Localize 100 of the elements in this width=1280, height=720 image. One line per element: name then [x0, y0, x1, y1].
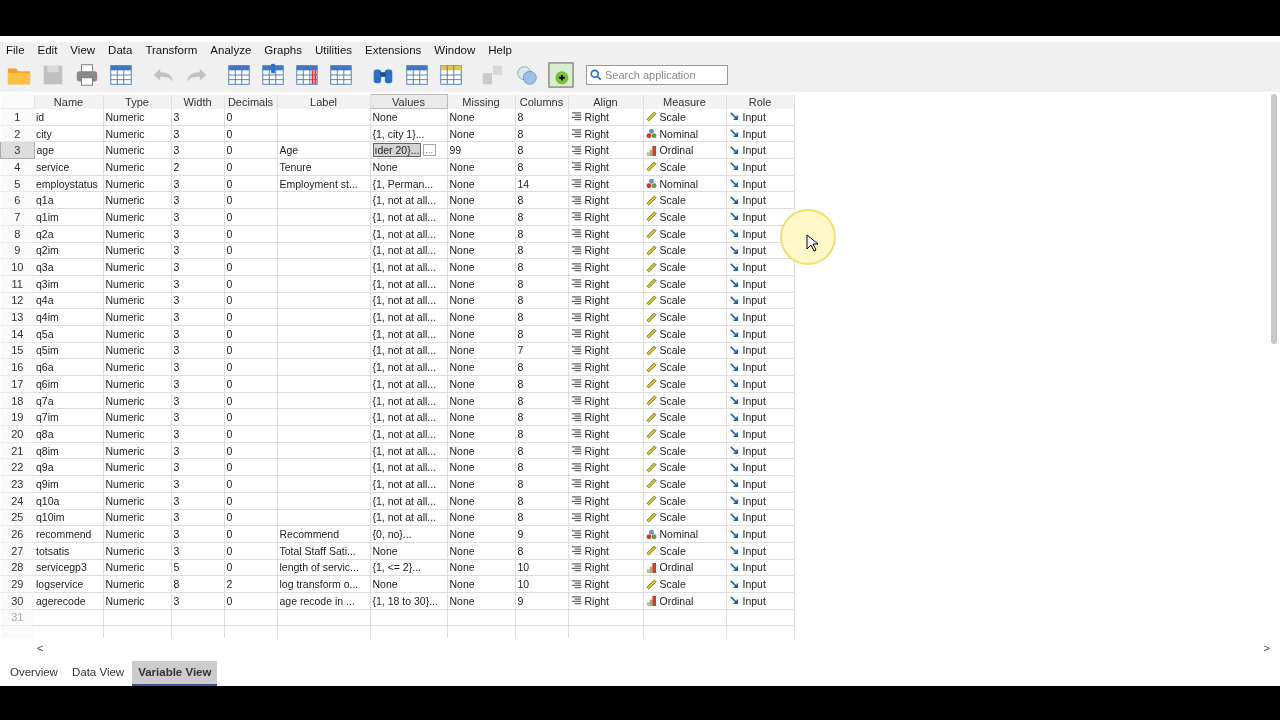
menu-item[interactable]: File	[4, 44, 32, 56]
table-cell: 10	[515, 575, 568, 593]
table-cell: 8	[515, 392, 568, 409]
table-cell: 8	[171, 575, 224, 593]
table-cell: None	[447, 492, 515, 509]
table-cell: Input	[742, 427, 766, 440]
table-cell: None	[447, 208, 515, 226]
table-cell: None	[447, 308, 515, 326]
arrow-icon	[728, 311, 740, 323]
menu-item[interactable]: Extensions	[363, 44, 429, 56]
column-header[interactable]: Align	[568, 94, 643, 109]
menu-item[interactable]: Window	[432, 44, 483, 56]
align-right-icon	[570, 311, 582, 323]
table-cell: Numeric	[103, 292, 171, 309]
table-cell: 3	[171, 258, 224, 276]
arrow-icon	[728, 161, 740, 173]
table-cell: None	[447, 225, 515, 242]
table-cell: {1, not at all...	[370, 308, 447, 326]
table-cell: 0	[224, 509, 277, 526]
table-cell: {1, not at all...	[370, 392, 447, 409]
values-edit-field[interactable]: ıder 20}...	[372, 143, 421, 158]
table-cell: 3	[171, 408, 224, 426]
arrow-icon	[728, 378, 740, 390]
search-field[interactable]: Search application	[586, 65, 728, 85]
table-cell: 8	[515, 492, 568, 509]
column-header[interactable]: Name	[34, 94, 103, 109]
align-right-icon	[570, 294, 582, 306]
arrow-icon	[728, 228, 740, 240]
print-icon[interactable]	[74, 62, 100, 88]
table-cell: {1, not at all...	[370, 408, 447, 426]
table-cell: Scale	[659, 244, 686, 257]
arrow-icon	[728, 561, 740, 573]
table-cell: 9	[515, 525, 568, 543]
table-cell: 0	[224, 125, 277, 142]
ellipsis-button[interactable]: ...	[422, 144, 436, 157]
align-right-icon	[570, 161, 582, 173]
table-cell: Scale	[659, 427, 686, 440]
table-cell: 3	[171, 208, 224, 226]
scroll-left-button[interactable]: <	[37, 642, 44, 657]
table-cell: None	[447, 125, 515, 142]
column-header[interactable]: Role	[726, 94, 794, 109]
table-cell: Numeric	[103, 525, 171, 543]
table-cell: Numeric	[103, 375, 171, 393]
menu-item[interactable]: Help	[486, 44, 519, 56]
align-right-icon	[570, 461, 582, 473]
table-cell: None	[447, 458, 515, 476]
cursor-highlight	[780, 209, 836, 265]
tab[interactable]: Variable View	[132, 661, 218, 687]
table-cell: Total Staff Sati...	[277, 542, 370, 560]
arrow-icon	[728, 128, 740, 140]
menu-item[interactable]: Utilities	[313, 44, 360, 56]
table-cell: Age	[277, 141, 370, 159]
table-cell: Numeric	[103, 358, 171, 376]
align-right-icon	[570, 561, 582, 573]
table-cell: 3	[171, 358, 224, 376]
table-cell: Input	[742, 511, 766, 524]
table-cell: None	[447, 325, 515, 343]
table-cell: length of servic...	[277, 559, 370, 576]
table-cell: service	[34, 158, 103, 176]
column-header[interactable]: Decimals	[224, 94, 277, 109]
menu-item[interactable]: Transform	[143, 44, 205, 56]
menu-item[interactable]: Analyze	[208, 44, 259, 56]
add-icon[interactable]	[548, 62, 574, 88]
table-cell: 8	[515, 258, 568, 276]
table-cell: {1, not at all...	[370, 475, 447, 493]
align-right-icon	[570, 361, 582, 373]
table-cell: 3	[171, 141, 224, 159]
menu-item[interactable]: Edit	[35, 44, 65, 56]
arrow-icon	[728, 545, 740, 557]
tab[interactable]: Data View	[65, 661, 131, 687]
scrollbar-thumb[interactable]	[1271, 94, 1277, 344]
menu-item[interactable]: Graphs	[262, 44, 309, 56]
column-header[interactable]: Type	[103, 94, 171, 109]
table-cell: 0	[224, 492, 277, 509]
table-cell: 3	[171, 191, 224, 209]
table-cell: Input	[742, 210, 766, 223]
table-cell: None	[447, 358, 515, 376]
align-right-icon	[570, 261, 582, 273]
menu-item[interactable]: Data	[106, 44, 140, 56]
arrow-icon	[728, 261, 740, 273]
column-header[interactable]: Measure	[643, 94, 726, 109]
menu-item[interactable]: View	[68, 44, 103, 56]
scroll-right-button[interactable]: >	[1263, 642, 1270, 657]
column-header[interactable]: Label	[277, 94, 370, 109]
table-cell: 8	[515, 358, 568, 376]
table-cell: Scale	[659, 394, 686, 407]
align-right-icon	[570, 528, 582, 540]
column-header[interactable]: Columns	[515, 94, 568, 109]
table-cell: 3	[171, 375, 224, 393]
table-cell: Input	[742, 461, 766, 474]
tab[interactable]: Overview	[4, 661, 64, 687]
table-cell: Ordinal	[659, 144, 694, 157]
column-header[interactable]: Width	[171, 94, 224, 109]
column-header[interactable]: Values	[370, 94, 447, 109]
table-cell: Numeric	[103, 325, 171, 343]
table-cell: Right	[584, 160, 609, 173]
table-cell: Right	[584, 244, 609, 257]
table-cell: 0	[224, 208, 277, 226]
column-header[interactable]: Missing	[447, 94, 515, 109]
table-cell: 3	[171, 108, 224, 126]
